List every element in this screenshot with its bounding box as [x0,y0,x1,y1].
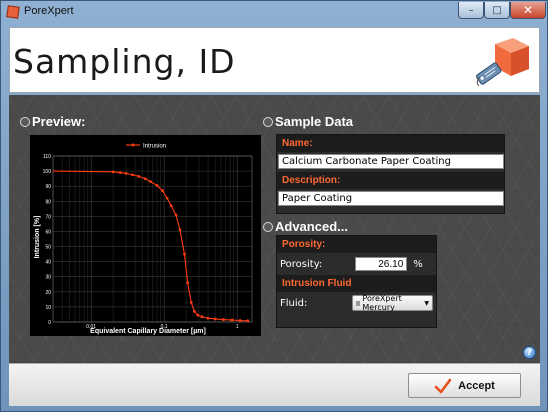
sample-data-heading-label: Sample Data [275,114,354,129]
intrusion-data-point [238,319,242,322]
close-button[interactable]: ✕ [510,2,546,19]
intrusion-data-point [149,180,152,184]
intrusion-data-point [183,252,186,256]
intrusion-data-point [169,204,173,208]
footer-bar: Accept [9,363,540,406]
porosity-section-label: Porosity: [277,236,436,253]
x-tick-label: 1 [236,324,239,330]
name-input[interactable] [278,154,504,169]
fluid-label: Fluid: [280,297,308,309]
porosity-label: Porosity: [280,258,323,270]
accept-button[interactable]: Accept [408,373,521,398]
sample-data-heading[interactable]: Sample Data [263,114,353,129]
app-window: PoreXpert – □ ✕ Sampling, ID Preview: 0 … [0,0,548,412]
porexpert-app-icon [6,5,20,19]
intrusion-data-point [186,281,190,285]
help-icon[interactable]: ? [523,346,536,359]
intrusion-data-point [230,318,234,322]
y-axis-label: Intrusion [%] [34,216,41,259]
intrusion-series-line [52,170,248,322]
porosity-row: Porosity: % [277,253,436,275]
y-tick-label: 110 [43,154,51,160]
maximize-icon: □ [492,4,502,16]
intrusion-data-point [174,213,178,217]
intrusion-data-point [213,317,217,321]
minimize-icon: – [468,4,474,16]
intrusion-data-point [178,228,182,232]
intrusion-data-point [118,171,122,174]
intrusion-data-point [246,319,250,323]
intrusion-data-point [155,184,159,187]
porosity-unit: % [413,258,423,270]
y-tick-label: 70 [45,214,51,220]
preview-heading-label: Preview: [32,114,86,129]
x-axis-label: Equivalent Capillary Diameter [µm] [90,328,206,335]
intrusion-data-point [165,196,169,200]
minimize-button[interactable]: – [458,2,484,19]
porexpert-cube-tag-icon [476,38,529,87]
intrusion-data-point [193,310,196,313]
title-bar[interactable]: PoreXpert – □ ✕ [1,1,547,23]
checkmark-icon [434,378,452,393]
name-label: Name: [277,135,504,152]
advanced-radio[interactable] [263,221,273,232]
plot-frame [52,155,253,323]
y-tick-label: 40 [45,260,51,266]
intrusion-data-point [131,173,135,177]
intrusion-data-point [200,315,204,319]
y-tick-label: 80 [45,199,51,205]
intrusion-data-point [137,174,141,178]
description-input[interactable] [278,191,504,206]
content-area: Preview: 0 10 20 30 40 50 60 70 80 90 100 110 0.01 0.… [9,95,540,363]
chevron-down-icon: ▼ [424,299,429,307]
help-glyph: ? [526,347,533,358]
y-tick-label: 60 [45,229,51,235]
intrusion-data-point [124,171,128,175]
preview-heading[interactable]: Preview: [20,114,85,129]
y-tick-label: 10 [45,305,51,311]
y-tick-label: 50 [45,245,51,251]
sample-data-radio[interactable] [263,116,273,127]
sample-data-panel: Name: Description: [276,134,505,214]
fluid-row: Fluid: PoreXpert Mercury ▼ [277,292,436,314]
fluid-swatch-icon [356,300,361,306]
advanced-heading-label: Advanced... [275,219,348,234]
y-tick-label: 30 [45,275,51,281]
close-icon: ✕ [522,3,534,17]
y-tick-label: 90 [45,184,51,190]
maximize-button[interactable]: □ [484,2,510,19]
page-header: Sampling, ID [9,27,540,93]
intrusion-chart-svg: 01020304050607080901001100.01 0.1 1 Intrus… [34,143,253,335]
y-tick-label: 20 [45,290,51,296]
advanced-panel: Porosity: Porosity: % Intrusion Fluid Fl… [276,235,437,328]
intrusion-data-point [143,177,147,181]
intrusion-data-point [189,300,193,304]
porosity-input[interactable] [355,257,408,271]
y-tick-label: 0 [48,320,51,326]
y-tick-label: 100 [43,169,52,175]
preview-radio[interactable] [20,116,30,127]
advanced-heading[interactable]: Advanced... [263,219,348,234]
intrusion-data-point [161,189,164,193]
accept-label: Accept [458,379,495,392]
window-title: PoreXpert [24,5,74,17]
intrusion-chart: 0 10 20 30 40 50 60 70 80 90 100 110 0.01 0.1 1 Intrus… [30,135,261,336]
description-label: Description: [277,172,504,189]
intrusion-data-point [111,170,115,174]
intrusion-fluid-section-label: Intrusion Fluid [277,275,436,292]
legend-marker [131,143,135,147]
intrusion-data-point [196,313,200,317]
intrusion-data-point [222,318,225,321]
page-title: Sampling, ID [13,42,236,81]
fluid-select-value: PoreXpert Mercury [362,294,402,312]
legend-label: Intrusion [143,144,166,150]
fluid-select[interactable]: PoreXpert Mercury ▼ [352,294,433,312]
intrusion-data-point [206,316,210,320]
